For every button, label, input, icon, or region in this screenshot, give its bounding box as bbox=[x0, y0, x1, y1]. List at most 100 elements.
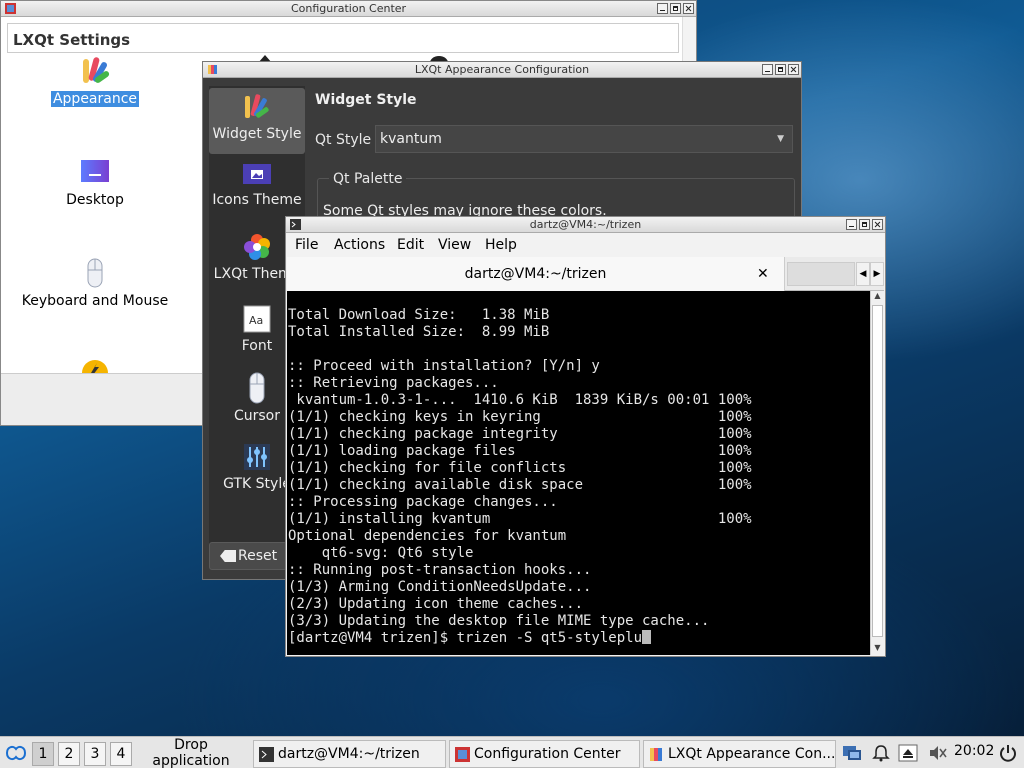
terminal-window: dartz@VM4:~/trizen File Actions Edit Vie… bbox=[285, 216, 886, 657]
backspace-icon bbox=[220, 550, 236, 562]
icons-theme-icon bbox=[243, 164, 271, 184]
svg-text:Aa: Aa bbox=[249, 314, 263, 327]
cc-item-label: Appearance bbox=[50, 91, 140, 107]
taskbar: 1 2 3 4 Drop application icons here dart… bbox=[0, 736, 1024, 768]
task-appearance[interactable]: LXQt Appearance Con... bbox=[643, 740, 836, 768]
power-icon[interactable] bbox=[998, 743, 1018, 763]
terminal-line: (1/1) checking package integrity 100% bbox=[288, 426, 752, 442]
main-menu-icon[interactable] bbox=[5, 743, 27, 763]
cc-close-button[interactable] bbox=[683, 3, 694, 14]
cc-minimize-button[interactable] bbox=[657, 3, 668, 14]
menu-view[interactable]: View bbox=[438, 237, 471, 253]
terminal-scroll-thumb[interactable] bbox=[872, 305, 883, 637]
scroll-up-icon[interactable]: ▲ bbox=[871, 291, 884, 303]
terminal-line: :: Running post-transaction hooks... bbox=[288, 562, 592, 578]
terminal-line: (1/1) installing kvantum 100% bbox=[288, 511, 752, 527]
task-configuration-center[interactable]: Configuration Center bbox=[449, 740, 640, 768]
terminal-line: qt6-svg: Qt6 style bbox=[288, 545, 474, 561]
terminal-line: (1/1) checking keys in keyring 100% bbox=[288, 409, 752, 425]
terminal-line: :: Processing package changes... bbox=[288, 494, 558, 510]
appearance-icon bbox=[650, 748, 662, 761]
eject-icon[interactable] bbox=[898, 743, 918, 763]
terminal-title: dartz@VM4:~/trizen bbox=[529, 218, 642, 231]
sidebar-item-label: Icons Theme bbox=[212, 192, 302, 208]
menu-file[interactable]: File bbox=[295, 237, 318, 253]
font-icon: Aa bbox=[243, 305, 271, 333]
quicklaunch-drop-hint: Drop application icons here bbox=[152, 737, 230, 768]
terminal-menubar: File Actions Edit View Help bbox=[286, 234, 885, 256]
terminal-close-button[interactable] bbox=[872, 219, 883, 230]
sidebar-item-label: Cursor bbox=[233, 408, 281, 424]
terminal-tab-title: dartz@VM4:~/trizen bbox=[464, 266, 607, 282]
task-label: dartz@VM4:~/trizen bbox=[278, 746, 420, 762]
ac-title: LXQt Appearance Configuration bbox=[414, 63, 590, 76]
close-icon[interactable]: ✕ bbox=[757, 257, 769, 291]
terminal-line: (3/3) Updating the desktop file MIME typ… bbox=[288, 613, 710, 629]
task-label: Configuration Center bbox=[474, 746, 621, 762]
workspace-4[interactable]: 4 bbox=[110, 742, 132, 766]
task-label: LXQt Appearance Con... bbox=[668, 746, 836, 762]
cc-titlebar[interactable]: Configuration Center bbox=[1, 1, 696, 17]
terminal-minimize-button[interactable] bbox=[846, 219, 857, 230]
workspace-1[interactable]: 1 bbox=[32, 742, 54, 766]
terminal-line: (1/1) checking available disk space 100% bbox=[288, 477, 752, 493]
tab-scroll-right-icon[interactable]: ▶ bbox=[870, 262, 884, 286]
ac-titlebar[interactable]: LXQt Appearance Configuration bbox=[203, 62, 801, 78]
menu-actions[interactable]: Actions bbox=[334, 237, 385, 253]
widget-style-heading: Widget Style bbox=[315, 92, 417, 108]
appearance-icon bbox=[83, 57, 110, 83]
clock[interactable]: 20:02 bbox=[954, 743, 994, 759]
cc-item-desktop[interactable]: Desktop bbox=[5, 156, 185, 208]
terminal-output[interactable]: Total Download Size: 1.38 MiB Total Insta… bbox=[287, 291, 871, 655]
terminal-scrollbar[interactable]: ▲ ▼ bbox=[870, 291, 884, 655]
reset-button[interactable]: Reset bbox=[209, 542, 287, 570]
cc-maximize-button[interactable] bbox=[670, 3, 681, 14]
volume-muted-icon[interactable] bbox=[927, 743, 947, 763]
qt-style-dropdown[interactable]: kvantum ▼ bbox=[375, 125, 793, 153]
terminal-line: (1/1) checking for file conflicts 100% bbox=[288, 460, 752, 476]
task-terminal[interactable]: dartz@VM4:~/trizen bbox=[253, 740, 446, 768]
sidebar-item-widget-style[interactable]: Widget Style bbox=[209, 88, 305, 154]
terminal-cursor bbox=[642, 630, 652, 644]
menu-edit[interactable]: Edit bbox=[397, 237, 424, 253]
cc-item-label: Keyboard and Mouse bbox=[21, 293, 169, 309]
ac-minimize-button[interactable] bbox=[762, 64, 773, 75]
terminal-icon bbox=[290, 219, 301, 230]
notification-bell-icon[interactable] bbox=[871, 743, 891, 763]
terminal-tab-empty[interactable] bbox=[787, 262, 855, 286]
gtk-style-icon bbox=[244, 444, 270, 470]
appearance-icon bbox=[208, 65, 217, 74]
widget-style-icon bbox=[245, 94, 269, 118]
chevron-down-icon: ▼ bbox=[777, 134, 784, 144]
terminal-icon bbox=[259, 747, 274, 762]
ac-maximize-button[interactable] bbox=[775, 64, 786, 75]
terminal-tabbar: dartz@VM4:~/trizen ✕ ◀ ▶ bbox=[287, 257, 884, 291]
network-icon[interactable] bbox=[842, 743, 862, 763]
cc-item-label: Desktop bbox=[66, 192, 124, 208]
terminal-titlebar[interactable]: dartz@VM4:~/trizen bbox=[286, 217, 885, 233]
cc-title: Configuration Center bbox=[290, 2, 407, 15]
lxqt-theme-icon bbox=[244, 234, 270, 260]
terminal-line: Total Download Size: 1.38 MiB bbox=[288, 307, 550, 323]
terminal-line: (2/3) Updating icon theme caches... bbox=[288, 596, 584, 612]
terminal-line: :: Retrieving packages... bbox=[288, 375, 499, 391]
qt-palette-title: Qt Palette bbox=[329, 171, 407, 187]
qt-style-value: kvantum bbox=[380, 131, 442, 147]
reset-label: Reset bbox=[238, 548, 278, 564]
scroll-down-icon[interactable]: ▼ bbox=[871, 643, 884, 655]
terminal-tab[interactable]: dartz@VM4:~/trizen bbox=[287, 257, 785, 291]
terminal-line: (1/1) loading package files 100% bbox=[288, 443, 752, 459]
tab-scroll-left-icon[interactable]: ◀ bbox=[856, 262, 870, 286]
menu-help[interactable]: Help bbox=[485, 237, 517, 253]
config-center-icon bbox=[455, 747, 470, 762]
terminal-maximize-button[interactable] bbox=[859, 219, 870, 230]
mouse-icon bbox=[87, 258, 103, 288]
ac-close-button[interactable] bbox=[788, 64, 799, 75]
workspace-2[interactable]: 2 bbox=[58, 742, 80, 766]
cc-item-keyboard-mouse[interactable]: Keyboard and Mouse bbox=[5, 257, 185, 309]
sidebar-item-icons-theme[interactable]: Icons Theme bbox=[209, 162, 305, 222]
cc-item-appearance[interactable]: Appearance bbox=[5, 55, 185, 107]
workspace-3[interactable]: 3 bbox=[84, 742, 106, 766]
desktop-icon bbox=[81, 160, 109, 182]
